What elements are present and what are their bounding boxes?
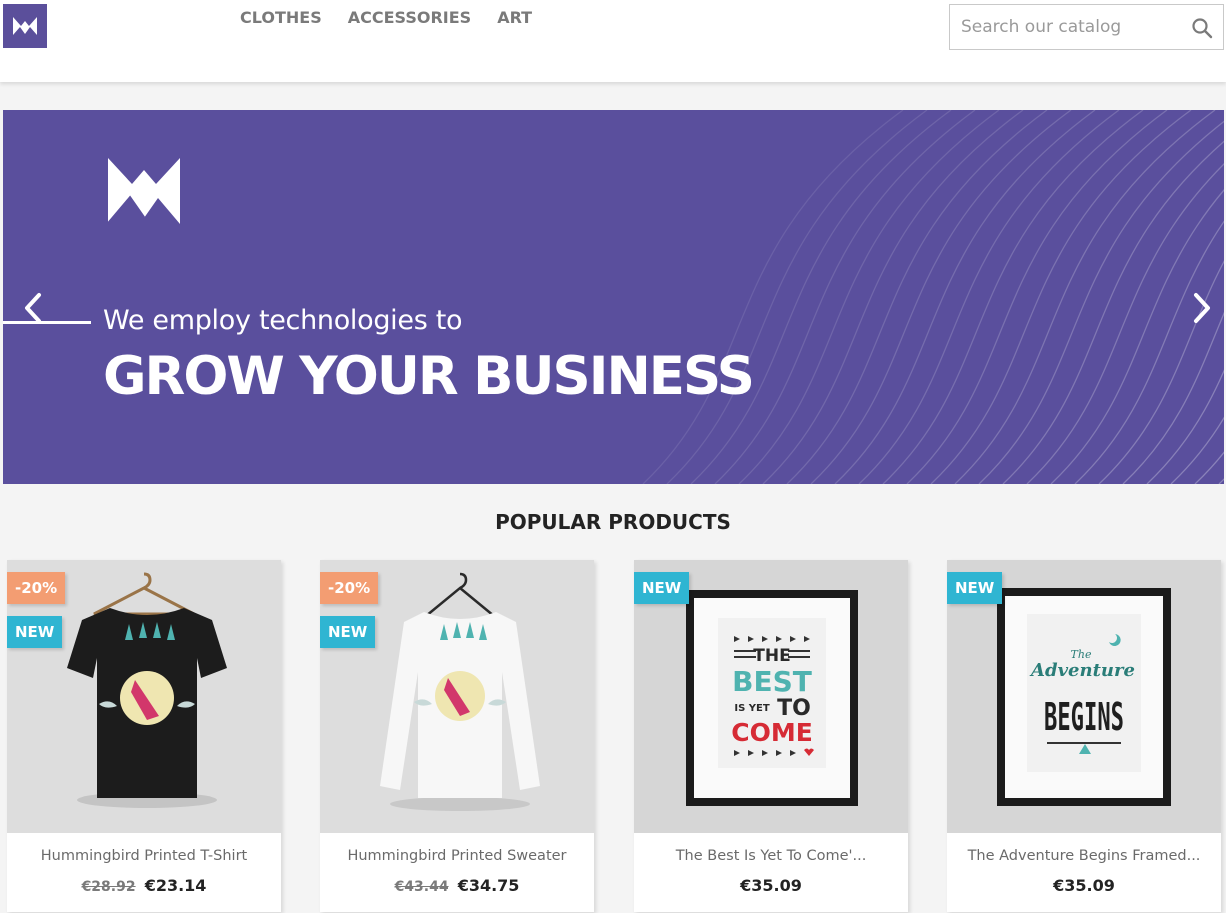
regular-price: €43.44	[394, 879, 449, 895]
search-icon[interactable]	[1191, 17, 1213, 39]
wave-line	[762, 110, 1024, 484]
wave-line	[738, 110, 1000, 484]
poster-text-begins: BEGINS	[1044, 695, 1124, 739]
product-name[interactable]: The Best Is Yet To Come'...	[634, 848, 908, 864]
wave-line	[666, 110, 928, 484]
product-name[interactable]: Hummingbird Printed T-Shirt	[7, 848, 281, 864]
wave-line	[858, 110, 1120, 484]
nav-accessories[interactable]: ACCESSORIES	[348, 8, 471, 27]
new-badge: NEW	[634, 572, 690, 604]
banner-subtitle: We employ technologies to	[103, 305, 463, 336]
logo-icon[interactable]	[3, 4, 47, 48]
product-card[interactable]: The Adventure BEGINS NEW The Adventure B…	[947, 560, 1221, 912]
product-card[interactable]: -20% NEW Hummingbird Printed Sweater €43…	[320, 560, 594, 912]
wave-line	[642, 110, 904, 484]
wave-line	[882, 110, 1144, 484]
site-header: CLOTHES ACCESSORIES ART	[0, 0, 1226, 82]
wave-lines-decoration	[642, 110, 1224, 484]
poster-text-best: BEST	[732, 665, 812, 698]
search-input[interactable]	[950, 5, 1180, 49]
poster-text-come: COME	[731, 718, 813, 747]
product-card[interactable]: -20% NEW Hummingbird Printed T-Shirt €28…	[7, 560, 281, 912]
discount-badge: -20%	[320, 572, 379, 604]
new-badge: NEW	[7, 616, 63, 648]
product-prices: €35.09	[634, 876, 908, 895]
wave-line	[930, 110, 1192, 484]
product-price: €35.09	[1053, 876, 1115, 895]
product-name[interactable]: Hummingbird Printed Sweater	[320, 848, 594, 864]
poster-text-the: THE	[753, 646, 790, 666]
product-price: €34.75	[457, 876, 520, 895]
wave-line	[714, 110, 976, 484]
wave-line	[786, 110, 1048, 484]
wave-line	[954, 110, 1216, 484]
main-nav: CLOTHES ACCESSORIES ART	[240, 8, 532, 27]
product-name[interactable]: The Adventure Begins Framed...	[947, 848, 1221, 864]
chevron-right-icon[interactable]	[1186, 290, 1216, 326]
product-prices: €35.09	[947, 876, 1221, 895]
product-prices: €28.92 €23.14	[7, 876, 281, 895]
product-card[interactable]: THE BEST IS YET TO COME NEW The Best Is …	[634, 560, 908, 912]
regular-price: €28.92	[81, 879, 136, 895]
product-price: €35.09	[740, 876, 802, 895]
poster-text-is-yet: IS YET	[734, 703, 769, 714]
new-badge: NEW	[947, 572, 1003, 604]
banner-logo-icon	[106, 158, 180, 225]
nav-clothes[interactable]: CLOTHES	[240, 8, 322, 27]
product-price: €23.14	[144, 876, 207, 895]
wave-line	[810, 110, 1072, 484]
wave-line	[906, 110, 1168, 484]
product-prices: €43.44 €34.75	[320, 876, 594, 895]
banner-title: GROW YOUR BUSINESS	[103, 346, 755, 407]
nav-art[interactable]: ART	[497, 8, 532, 27]
section-title: POPULAR PRODUCTS	[495, 510, 731, 534]
poster-text-adventure: Adventure	[1029, 660, 1135, 681]
wave-line	[834, 110, 1096, 484]
search-box	[949, 4, 1224, 50]
hero-carousel[interactable]: We employ technologies to GROW YOUR BUSI…	[3, 110, 1224, 484]
wave-line	[690, 110, 952, 484]
new-badge: NEW	[320, 616, 376, 648]
chevron-left-icon[interactable]	[19, 290, 49, 326]
discount-badge: -20%	[7, 572, 66, 604]
